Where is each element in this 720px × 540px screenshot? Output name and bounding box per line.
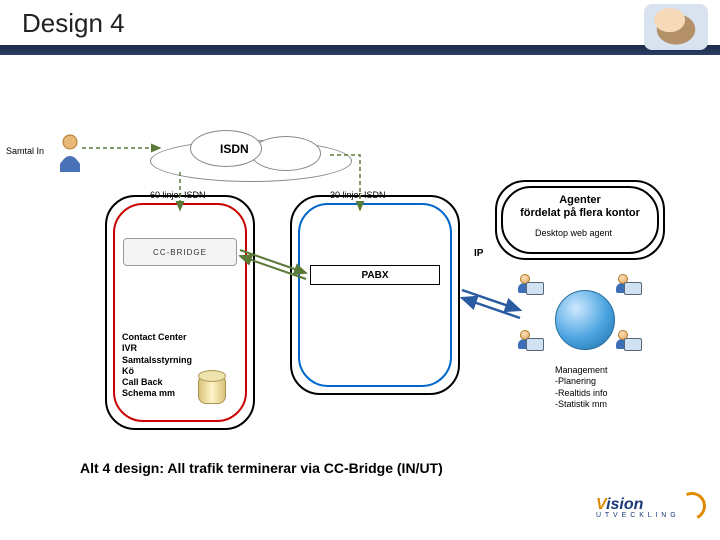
cc-bridge-badge: CC-BRIDGE [123,238,237,266]
label-isdn: ISDN [220,142,249,156]
management-title: Management [555,365,608,376]
title-bar: Design 4 [0,0,720,50]
list-item: Contact Center [122,332,192,343]
agent-workstation-icon [520,272,552,302]
agent-workstation-icon [618,328,650,358]
database-icon [190,360,234,410]
title-bar-stripe [0,45,720,55]
label-60-lines: 60 linjer ISDN [150,190,206,201]
pabx-box-inner [298,203,452,387]
list-item: Call Back [122,377,192,388]
vision-logo: Vision U T V E C K L I N G [596,496,706,532]
label-samtal-in: Samtal In [6,146,44,157]
cc-bridge-brand: CC-BRIDGE [153,248,207,257]
management-list: Management -Planering -Realtids info -St… [555,365,608,410]
agent-workstation-icon [618,272,650,302]
label-30-lines: 30 linjer ISDN [330,190,386,201]
list-item: Schema mm [122,388,192,399]
page-title: Design 4 [22,8,125,39]
list-item: Kö [122,366,192,377]
list-item: -Statistik mm [555,399,608,410]
pabx-label-box: PABX [310,265,440,285]
agent-workstation-icon [520,328,552,358]
header-photo [644,4,708,50]
isdn-cloud-icon [150,130,350,185]
agents-line2: fördelat på flera kontor [508,207,652,220]
person-icon [60,135,80,172]
logo-rest: ision [606,496,643,513]
agents-line1: Agenter [508,194,652,207]
label-ip: IP [474,248,483,260]
caption: Alt 4 design: All trafik terminerar via … [80,460,443,476]
globe-icon [555,290,615,350]
list-item: Samtalsstyrning [122,355,192,366]
label-pabx: PABX [361,270,388,281]
list-item: IVR [122,343,192,354]
list-item: -Planering [555,376,608,387]
label-desktop-web-agent: Desktop web agent [535,228,612,239]
diagram-canvas: Samtal In ISDN 60 linjer ISDN 30 linjer … [0,60,720,490]
list-item: -Realtids info [555,388,608,399]
contact-center-list: Contact Center IVR Samtalsstyrning Kö Ca… [122,332,192,400]
agents-box-text: Agenter fördelat på flera kontor [508,194,652,220]
logo-v: V [596,496,606,513]
